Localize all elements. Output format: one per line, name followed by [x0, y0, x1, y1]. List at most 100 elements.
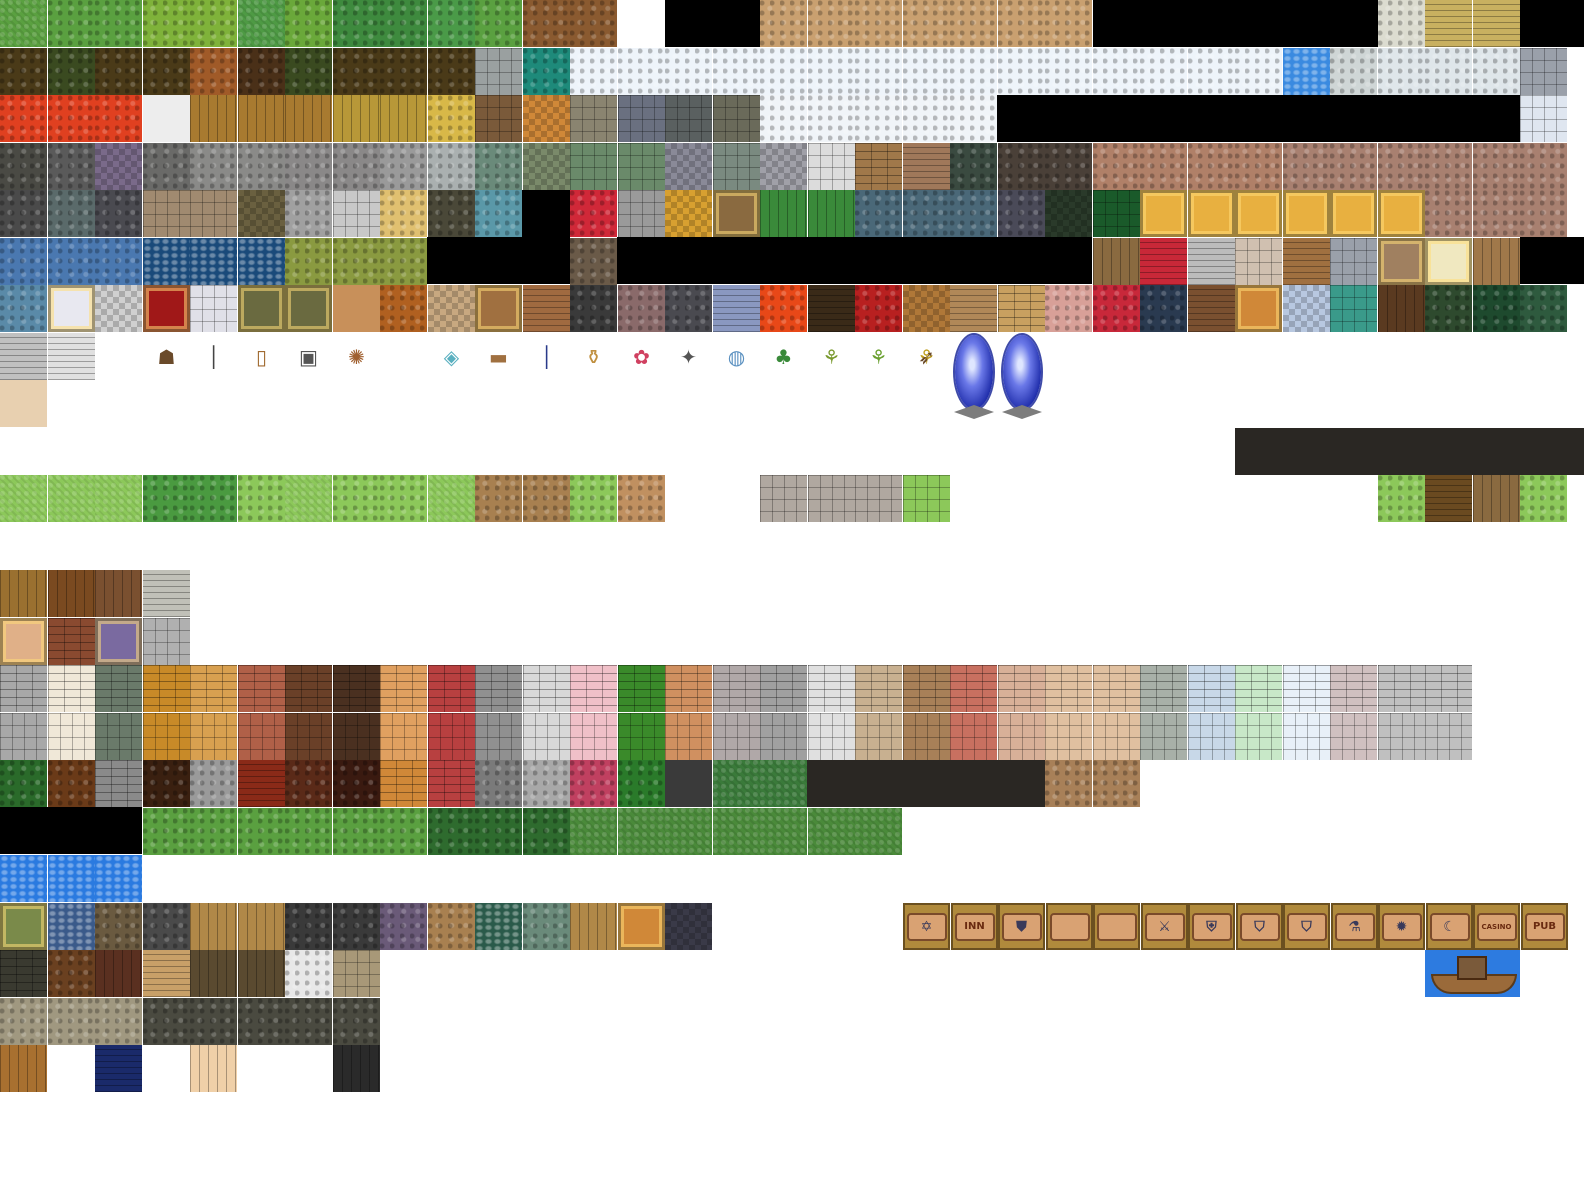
house-wall-base-tile [190, 713, 237, 760]
lava-tile [48, 95, 95, 142]
flower-sand-tile [998, 0, 1045, 47]
sand-floor-tile [380, 190, 427, 237]
throne-tile [428, 903, 475, 950]
sign-blank-2 [1093, 903, 1140, 950]
signpost-tile [285, 1045, 332, 1092]
glass-tile [1283, 285, 1330, 332]
house-wall-base-tile [760, 713, 807, 760]
carved-tile [1425, 190, 1472, 237]
snow-flower-tile [808, 95, 855, 142]
shelf-tile [190, 950, 237, 997]
house-wall-base-tile [855, 713, 902, 760]
crystal-floor-tile [903, 190, 950, 237]
red-carpet-tile [1093, 285, 1140, 332]
shop-counter-tile [285, 903, 332, 950]
cobble-tile [1235, 238, 1282, 285]
block-tile [143, 190, 190, 237]
house-wall-tile [713, 665, 760, 712]
gold-carpet-tile [1330, 190, 1377, 237]
cobble-grass-tile [855, 475, 902, 522]
stone-floor-tile [48, 998, 95, 1045]
sand-tile [903, 0, 950, 47]
snow-tile [1188, 48, 1235, 95]
tree-tile [475, 808, 522, 855]
fence-post-tile [665, 808, 712, 855]
metal-floor-tile [95, 190, 142, 237]
frost-tile [1425, 48, 1472, 95]
panel-tile [1045, 190, 1092, 237]
house-wall-base-tile [1330, 713, 1377, 760]
sign-inn: INN [951, 903, 998, 950]
stairs-tile [48, 333, 95, 380]
cream-panel-tile [1425, 238, 1472, 285]
snow-tile [1045, 48, 1092, 95]
red-rug-tile [143, 285, 190, 332]
crystal-floor-tile [855, 190, 902, 237]
house-wall-base-tile [808, 713, 855, 760]
ornate-tile [285, 285, 332, 332]
rock-floor-tile [1045, 143, 1092, 190]
house-wall-tile [855, 665, 902, 712]
stone-floor-tile [0, 998, 47, 1045]
dark-soil-tile [238, 48, 285, 95]
frost-tile [1473, 48, 1520, 95]
water-floor-tile [475, 190, 522, 237]
wood-stair-tile [1283, 238, 1330, 285]
sign-label: ⛊ [1001, 912, 1042, 941]
portal-crystal [1003, 335, 1041, 409]
house-wall-tile [570, 665, 617, 712]
sprout-tile [333, 475, 380, 522]
gravel-tile [238, 143, 285, 190]
snow-grass-tile [1378, 0, 1425, 47]
house-wall-tile [333, 665, 380, 712]
bush-tile [428, 0, 475, 47]
dark-wood-tile [1378, 285, 1425, 332]
sign-label: ⛨ [1191, 912, 1232, 941]
house-wall-tile [998, 665, 1045, 712]
slate-tile [665, 95, 712, 142]
iron-door-icon: ▣ [299, 344, 318, 369]
boat-tile [1425, 950, 1520, 997]
house-wall-tile [1283, 665, 1330, 712]
shelf-tile [570, 903, 617, 950]
mat-tile [618, 903, 665, 950]
brick-tile [428, 760, 475, 807]
house-wall-base-tile [1425, 713, 1472, 760]
house-wall-tile [618, 665, 665, 712]
dark-stair-tile [808, 285, 855, 332]
shop-front-tile [1093, 760, 1140, 807]
pillar-tile [1520, 48, 1567, 95]
rock-floor-tile [998, 143, 1045, 190]
gravel-tile [380, 143, 427, 190]
house-wall-tile [665, 665, 712, 712]
sand-tile [808, 0, 855, 47]
stone-floor-tile [48, 143, 95, 190]
wood-floor-tile [238, 95, 285, 142]
crate-tile [713, 190, 760, 237]
house-wall-base-tile [380, 713, 427, 760]
computer-tile [143, 1045, 190, 1092]
cobble-tile [570, 95, 617, 142]
carved-tile [1235, 143, 1282, 190]
portal-pedestal [1002, 405, 1042, 419]
gravel-tile [333, 143, 380, 190]
snow-tile [950, 95, 997, 142]
house-wall-base-tile [998, 713, 1045, 760]
panel-tile [1093, 190, 1140, 237]
house-wall-base-tile [1188, 713, 1235, 760]
mud-tile [618, 285, 665, 332]
dark-soil-tile [380, 48, 427, 95]
stone-tile [523, 760, 570, 807]
fence-post-tile [760, 808, 807, 855]
rubble-icon: ✦ [680, 344, 697, 369]
carved-tile [1378, 143, 1425, 190]
deep-water-tile [190, 238, 237, 285]
mosaic-tile [1140, 143, 1187, 190]
candle-stick-icon: │ [207, 344, 220, 369]
snow-tile [618, 48, 665, 95]
bench-tile [238, 1045, 285, 1092]
stairs-tile [0, 333, 47, 380]
house-wall-base-tile [1378, 713, 1425, 760]
teal-tile [1330, 285, 1377, 332]
sign-label: INN [954, 912, 995, 941]
